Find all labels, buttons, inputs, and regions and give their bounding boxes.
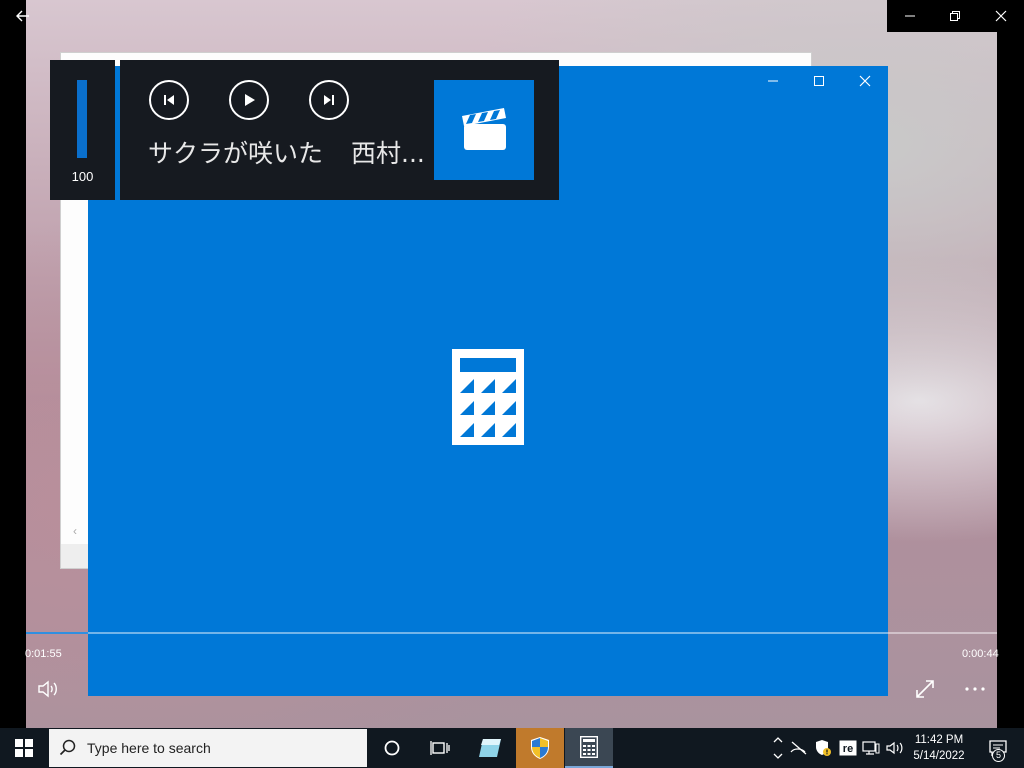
action-center-button[interactable] <box>978 728 1018 768</box>
clock-date: 5/14/2022 <box>913 750 965 762</box>
volume-value: 100 <box>71 169 94 184</box>
chevron-up-down-icon <box>773 737 783 759</box>
app-tile-icon <box>479 739 501 757</box>
tray-volume[interactable] <box>885 738 905 758</box>
fullscreen-button[interactable] <box>914 678 936 700</box>
network-icon <box>862 741 880 755</box>
more-icon <box>965 687 985 691</box>
notification-count-badge: 5 <box>992 749 1005 762</box>
minimize-icon <box>905 15 915 17</box>
volume-button[interactable] <box>36 678 62 700</box>
back-arrow-icon <box>16 10 29 22</box>
clock[interactable]: 11:42 PM 5/14/2022 <box>906 732 972 764</box>
cortana-icon <box>384 740 400 756</box>
scrollbar[interactable] <box>61 544 89 568</box>
minimize-button[interactable] <box>887 0 933 32</box>
expand-icon <box>916 680 934 698</box>
media-thumbnail <box>434 80 534 180</box>
media-flyout: サクラが咲いた 西村... <box>120 60 559 200</box>
task-view-button[interactable] <box>416 728 464 768</box>
taskbar-app-generic[interactable] <box>466 728 514 768</box>
close-button[interactable] <box>978 0 1024 32</box>
track-artist: 西村... <box>351 139 425 168</box>
clock-time: 11:42 PM <box>914 734 964 746</box>
re-app-icon: re <box>839 740 857 756</box>
volume-flyout: 100 <box>50 60 115 200</box>
search-box[interactable]: Type here to search <box>49 729 367 767</box>
shield-icon <box>531 737 549 759</box>
more-options-button[interactable] <box>963 678 987 700</box>
seek-bar-progress <box>26 632 88 634</box>
start-button[interactable] <box>0 728 48 768</box>
seek-bar[interactable] <box>26 632 997 634</box>
svg-text:re: re <box>843 743 853 755</box>
skip-previous-icon <box>164 95 174 105</box>
volume-icon <box>38 680 57 698</box>
clapperboard-icon <box>462 108 506 150</box>
play-icon <box>245 94 255 106</box>
search-icon <box>49 729 87 767</box>
close-icon <box>859 75 871 87</box>
tray-network[interactable] <box>861 738 881 758</box>
tray-app-re[interactable]: re <box>838 738 858 758</box>
close-icon <box>995 10 1007 22</box>
letterbox-right <box>997 32 1024 728</box>
track-title: サクラが咲いた <box>148 139 324 168</box>
tray-network-disconnected[interactable] <box>789 738 809 758</box>
taskbar: Type here to search re 11:42 PM 5/14/202… <box>0 728 1024 768</box>
volume-slider-fill <box>77 80 87 158</box>
taskbar-app-uac[interactable] <box>516 728 564 768</box>
windows-logo-icon <box>15 739 33 757</box>
restore-button[interactable] <box>932 0 978 32</box>
calculator-maximize-button[interactable] <box>796 66 842 96</box>
tray-security[interactable] <box>813 738 833 758</box>
calculator-icon <box>452 349 524 445</box>
network-off-icon <box>790 741 807 755</box>
calculator-icon <box>580 736 598 758</box>
maximize-icon <box>814 76 824 86</box>
minimize-icon <box>768 80 778 82</box>
search-placeholder: Type here to search <box>87 740 211 756</box>
play-button[interactable] <box>229 80 269 120</box>
back-button[interactable] <box>0 0 46 32</box>
speaker-icon <box>886 741 903 755</box>
cortana-button[interactable] <box>368 728 416 768</box>
scroll-left-icon[interactable]: ‹ <box>61 524 89 544</box>
remaining-time: 0:00:44 <box>962 648 999 660</box>
tray-overflow-button[interactable] <box>769 728 787 768</box>
next-track-button[interactable] <box>309 80 349 120</box>
calculator-close-button[interactable] <box>842 66 888 96</box>
restore-icon <box>950 11 960 21</box>
media-title: サクラが咲いた 西村... <box>148 134 425 170</box>
calculator-minimize-button[interactable] <box>750 66 796 96</box>
security-shield-icon <box>816 740 831 756</box>
volume-slider[interactable] <box>77 80 87 158</box>
skip-next-icon <box>324 95 334 105</box>
previous-track-button[interactable] <box>149 80 189 120</box>
letterbox-left <box>0 0 26 728</box>
task-view-icon <box>430 741 450 755</box>
taskbar-app-calculator[interactable] <box>565 728 613 768</box>
elapsed-time: 0:01:55 <box>25 648 62 660</box>
